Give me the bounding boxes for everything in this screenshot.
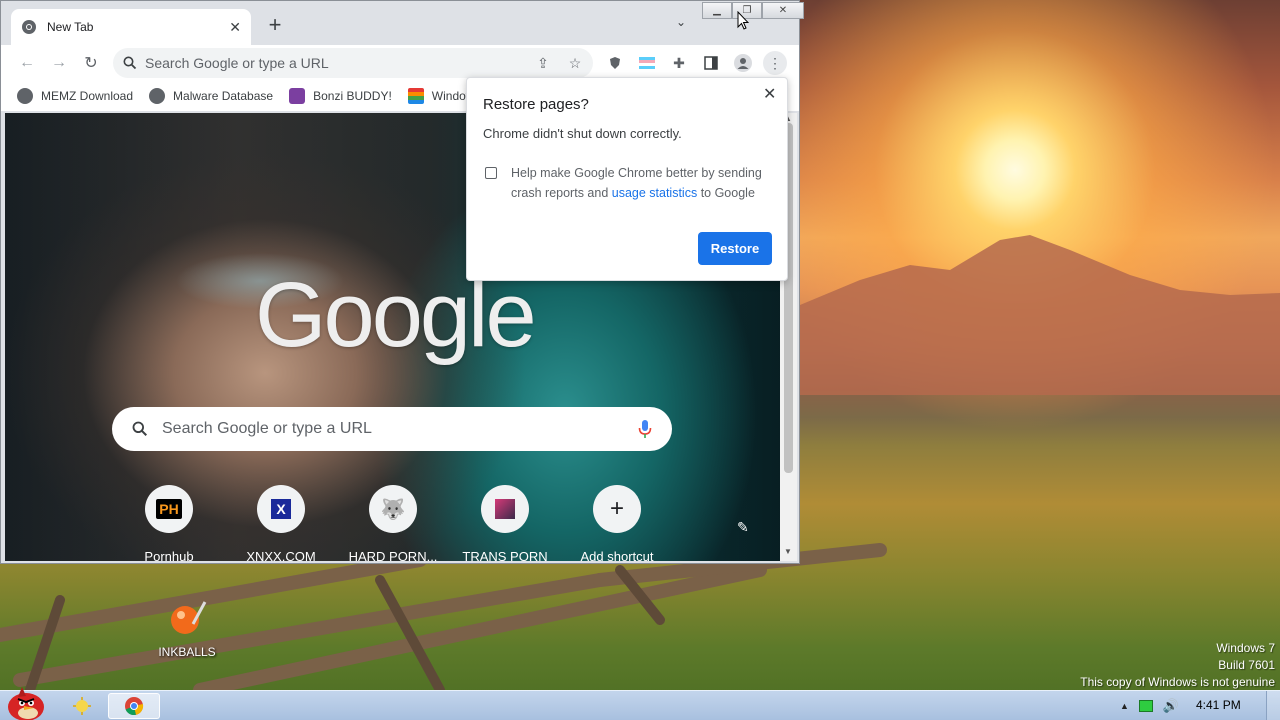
globe-icon	[17, 88, 33, 104]
wallpaper-fence	[0, 543, 887, 697]
show-desktop-button[interactable]	[1266, 691, 1280, 720]
microphone-icon[interactable]	[638, 419, 652, 439]
volume-icon[interactable]: 🔊	[1163, 698, 1179, 714]
bookmark-memz[interactable]: MEMZ Download	[17, 88, 133, 104]
inkball-icon	[171, 601, 207, 634]
ntp-search-box[interactable]: Search Google or type a URL	[112, 407, 672, 451]
plus-icon: +	[593, 485, 641, 533]
dialog-close-icon[interactable]: ✕	[763, 84, 776, 104]
tab-new-tab[interactable]: New Tab ✕	[11, 9, 251, 45]
omnibox-placeholder: Search Google or type a URL	[145, 55, 329, 71]
shortcut-icon: PH	[145, 485, 193, 533]
mouse-cursor-icon	[737, 11, 749, 30]
watermark-line: Build 7601	[1218, 658, 1275, 672]
checkbox-text-after: to Google	[697, 186, 755, 200]
desktop-icon-label: INKBALLS	[158, 645, 216, 659]
menu-kebab-icon[interactable]: ⋮	[763, 51, 787, 75]
share-icon[interactable]: ⇪	[531, 51, 555, 75]
tab-title: New Tab	[47, 20, 94, 34]
new-tab-button[interactable]: +	[263, 14, 287, 38]
shortcut-label: Add shortcut	[580, 549, 654, 561]
shield-extension-icon[interactable]	[603, 51, 627, 75]
customize-pencil-icon[interactable]: ✎	[737, 519, 757, 539]
taskbar-explorer-icon[interactable]	[56, 693, 108, 719]
checkbox-text: Help make Google Chrome better by sendin…	[511, 163, 773, 203]
usage-statistics-link[interactable]: usage statistics	[612, 186, 697, 200]
omnibox[interactable]: Search Google or type a URL	[113, 48, 593, 78]
crash-report-checkbox[interactable]	[485, 167, 497, 179]
close-window-button[interactable]: ✕	[762, 2, 804, 19]
shortcut-label: XNXX.COM	[246, 549, 316, 561]
windows-flag-icon	[407, 88, 424, 104]
profile-avatar-icon[interactable]	[731, 51, 755, 75]
wallpaper-mountain	[800, 235, 1280, 395]
shortcut-icon: X	[257, 485, 305, 533]
restore-pages-dialog: Restore pages? ✕ Chrome didn't shut down…	[466, 77, 788, 281]
search-icon	[132, 421, 148, 437]
search-icon	[123, 56, 137, 70]
shortcut-hard-porn[interactable]: 🐺 HARD PORN...	[337, 485, 449, 561]
taskbar-clock[interactable]: 4:41 PM	[1196, 698, 1241, 712]
shortcut-label: TRANS PORN	[462, 549, 548, 561]
network-icon[interactable]	[1138, 700, 1153, 712]
bookmark-windows[interactable]: Window	[407, 88, 474, 104]
reload-icon[interactable]: ↻	[79, 51, 103, 75]
forward-arrow-icon[interactable]: →	[47, 51, 71, 75]
bookmark-malware-database[interactable]: Malware Database	[149, 88, 273, 104]
watermark-line: Windows 7	[1216, 641, 1275, 655]
shortcut-label: Pornhub	[144, 549, 194, 561]
wolf-icon: 🐺	[369, 485, 417, 533]
ntp-search-placeholder: Search Google or type a URL	[162, 420, 372, 437]
bonzi-icon	[289, 88, 306, 104]
dialog-title: Restore pages?	[483, 96, 589, 113]
toolbar: ← → ↻ Search Google or type a URL ⇪ ☆ ✚ …	[1, 45, 799, 81]
shortcut-label: HARD PORN...	[348, 549, 438, 561]
bookmark-label: Bonzi BUDDY!	[313, 89, 392, 103]
tab-search-chevron-icon[interactable]: ⌄	[669, 15, 693, 39]
start-button-angry-bird-icon[interactable]	[0, 683, 52, 720]
back-arrow-icon[interactable]: ←	[15, 51, 39, 75]
flag-extension-icon[interactable]	[635, 51, 659, 75]
shortcut-pornhub[interactable]: PH Pornhub	[113, 485, 225, 561]
side-panel-icon[interactable]	[699, 51, 723, 75]
minimize-button[interactable]: ▁	[702, 2, 732, 19]
desktop-icon-inkballs[interactable]: INKBALLS	[150, 598, 224, 659]
windows-watermark: Windows 7 Build 7601 This copy of Window…	[1080, 640, 1275, 691]
system-tray: ▲ 🔊	[1120, 691, 1179, 720]
shortcut-trans-porn[interactable]: TRANS PORN	[449, 485, 561, 561]
window-controls: ▁ ❐ ✕	[702, 2, 804, 20]
taskbar-chrome-icon[interactable]	[108, 693, 160, 719]
globe-icon	[149, 88, 166, 104]
bookmark-label: Malware Database	[173, 89, 274, 103]
dialog-message: Chrome didn't shut down correctly.	[483, 126, 682, 141]
taskbar: ▲ 🔊 4:41 PM	[0, 687, 1280, 720]
show-hidden-icons-icon[interactable]: ▲	[1120, 701, 1129, 711]
chrome-icon	[22, 20, 36, 34]
restore-button[interactable]: Restore	[698, 232, 772, 265]
bookmark-star-icon[interactable]: ☆	[563, 51, 587, 75]
shortcut-xnxx[interactable]: X XNXX.COM	[225, 485, 337, 561]
tab-close-icon[interactable]: ✕	[229, 19, 241, 36]
shortcut-add[interactable]: + Add shortcut	[561, 485, 673, 561]
tab-strip: New Tab ✕ + ⌄ ▁ ❐ ✕	[1, 1, 804, 45]
bookmark-bonzi[interactable]: Bonzi BUDDY!	[289, 88, 392, 104]
bookmark-label: MEMZ Download	[41, 89, 134, 103]
scroll-down-icon[interactable]: ▼	[784, 547, 792, 556]
watermark-line: This copy of Windows is not genuine	[1080, 675, 1275, 689]
extensions-puzzle-icon[interactable]: ✚	[667, 51, 691, 75]
shortcut-image-icon	[481, 485, 529, 533]
